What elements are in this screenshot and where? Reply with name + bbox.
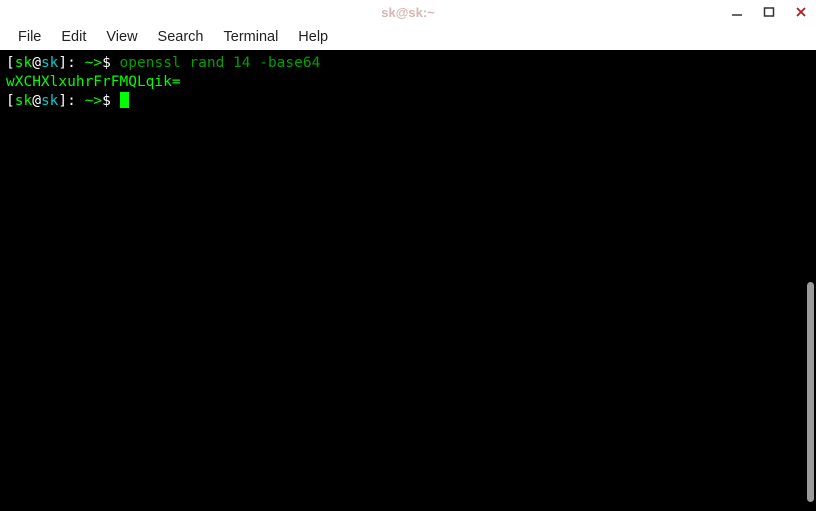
maximize-button[interactable]: [762, 5, 776, 19]
menu-edit[interactable]: Edit: [51, 27, 96, 47]
menu-view[interactable]: View: [96, 27, 147, 47]
menu-file[interactable]: File: [8, 27, 51, 47]
prompt-rbracket-2: ]: [58, 93, 67, 109]
prompt-dollar: $: [102, 55, 119, 71]
prompt-colon: :: [67, 55, 76, 71]
command-text: openssl rand 14 -base64: [120, 55, 321, 71]
close-icon: [795, 6, 807, 18]
prompt-at: @: [32, 55, 41, 71]
prompt-lbracket: [: [6, 55, 15, 71]
titlebar: sk@sk:~: [0, 0, 816, 24]
scrollbar-thumb[interactable]: [807, 282, 814, 502]
window-title: sk@sk:~: [381, 5, 435, 20]
prompt-colon-2: :: [67, 93, 76, 109]
minimize-button[interactable]: [730, 5, 744, 19]
close-button[interactable]: [794, 5, 808, 19]
prompt-user: sk: [15, 55, 32, 71]
prompt-lbracket-2: [: [6, 93, 15, 109]
prompt-user-2: sk: [15, 93, 32, 109]
prompt-path-2: ~>: [76, 93, 102, 109]
prompt-rbracket: ]: [58, 55, 67, 71]
prompt-host: sk: [41, 55, 58, 71]
menu-terminal[interactable]: Terminal: [214, 27, 289, 47]
menu-search[interactable]: Search: [148, 27, 214, 47]
prompt-path: ~>: [76, 55, 102, 71]
terminal-content[interactable]: [sk@sk]: ~>$ openssl rand 14 -base64 wXC…: [0, 50, 806, 511]
prompt-at-2: @: [32, 93, 41, 109]
prompt-host-2: sk: [41, 93, 58, 109]
prompt-dollar-2: $: [102, 93, 119, 109]
cursor: [120, 92, 129, 108]
maximize-icon: [763, 6, 775, 18]
window-controls: [730, 0, 808, 24]
terminal-area[interactable]: [sk@sk]: ~>$ openssl rand 14 -base64 wXC…: [0, 50, 816, 511]
menu-help[interactable]: Help: [288, 27, 338, 47]
minimize-icon: [731, 6, 743, 18]
menubar: File Edit View Search Terminal Help: [0, 24, 816, 50]
output-line: wXCHXlxuhrFrFMQLqik=: [6, 74, 181, 90]
